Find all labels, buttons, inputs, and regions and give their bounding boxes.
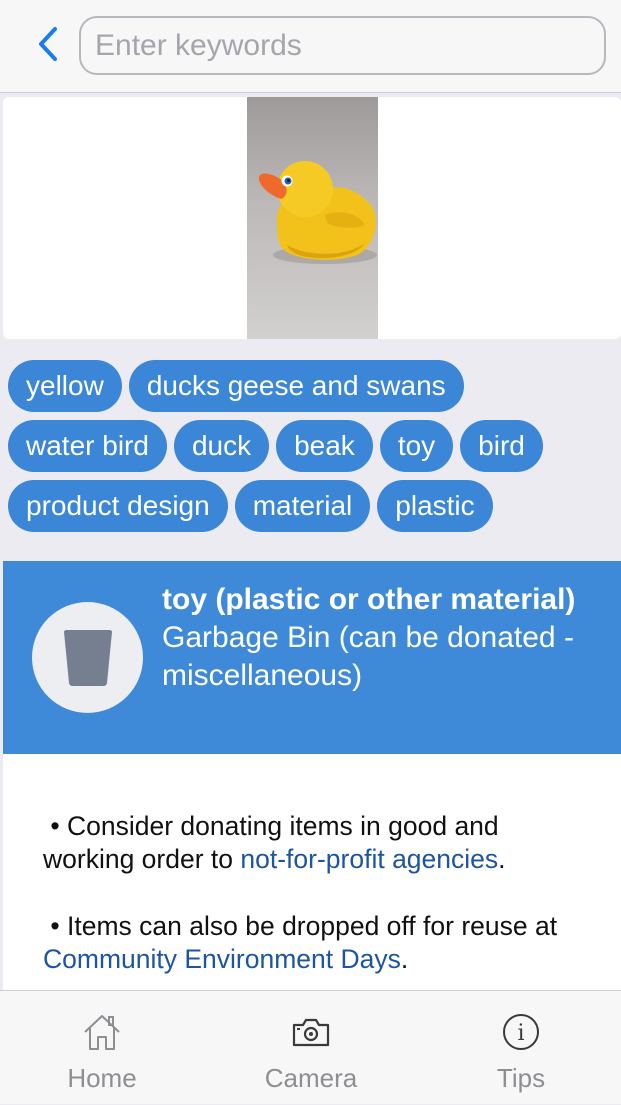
top-bar bbox=[0, 0, 621, 93]
tab-tips-label: Tips bbox=[496, 1063, 546, 1093]
svg-text:i: i bbox=[517, 1021, 524, 1046]
tab-home-label: Home bbox=[67, 1063, 137, 1093]
info-text-end: . bbox=[400, 944, 409, 974]
home-icon bbox=[84, 1015, 120, 1050]
tab-home[interactable]: Home bbox=[27, 991, 177, 1105]
rubber-duck-image bbox=[258, 161, 377, 264]
info-item-donate: • Consider donating items in good and wo… bbox=[43, 810, 593, 876]
tag-chip[interactable]: plastic bbox=[377, 480, 493, 532]
tag-chip[interactable]: material bbox=[234, 480, 371, 532]
bullet: • bbox=[43, 911, 68, 941]
result-title: toy (plastic or other material) bbox=[162, 583, 576, 616]
tab-tips[interactable]: i Tips bbox=[446, 991, 596, 1105]
tag-chip[interactable]: product design bbox=[8, 480, 228, 532]
tag-chip[interactable]: bird bbox=[460, 420, 543, 472]
info-icon: i bbox=[503, 1014, 539, 1050]
tag-chip[interactable]: beak bbox=[276, 420, 373, 472]
community-environment-days-link[interactable]: Community Environment Days bbox=[43, 944, 401, 974]
not-for-profit-link[interactable]: not-for-profit agencies bbox=[240, 844, 498, 874]
tag-list: yellow ducks geese and swans water bird … bbox=[8, 360, 613, 532]
info-text: Items can also be dropped off for reuse … bbox=[67, 911, 558, 941]
result-banner: toy (plastic or other material) Garbage … bbox=[3, 561, 621, 754]
search-input[interactable] bbox=[79, 16, 606, 75]
tag-chip[interactable]: toy bbox=[379, 420, 454, 472]
tab-bar: Home Camera i Tips bbox=[0, 990, 621, 1104]
item-photo bbox=[247, 97, 378, 339]
bin-badge bbox=[32, 602, 143, 713]
photo-card bbox=[3, 97, 621, 339]
tag-chip[interactable]: yellow bbox=[8, 360, 122, 412]
result-text: toy (plastic or other material) Garbage … bbox=[162, 581, 602, 695]
result-bin-type: Garbage Bin (can be donated - miscellane… bbox=[162, 621, 574, 692]
tab-camera-label: Camera bbox=[264, 1063, 358, 1093]
tag-chip[interactable]: duck bbox=[173, 420, 270, 472]
info-item-reuse: • Items can also be dropped off for reus… bbox=[43, 910, 593, 976]
camera-icon bbox=[292, 1018, 330, 1047]
back-button[interactable] bbox=[28, 22, 68, 66]
info-section: • Consider donating items in good and wo… bbox=[3, 754, 621, 990]
garbage-bin-icon bbox=[63, 629, 112, 686]
bullet: • bbox=[43, 811, 68, 841]
tag-chip[interactable]: water bird bbox=[8, 420, 167, 472]
chevron-left-icon bbox=[39, 27, 57, 61]
tab-camera[interactable]: Camera bbox=[236, 991, 386, 1105]
tag-chip[interactable]: ducks geese and swans bbox=[128, 360, 464, 412]
info-text-end: . bbox=[498, 844, 506, 874]
